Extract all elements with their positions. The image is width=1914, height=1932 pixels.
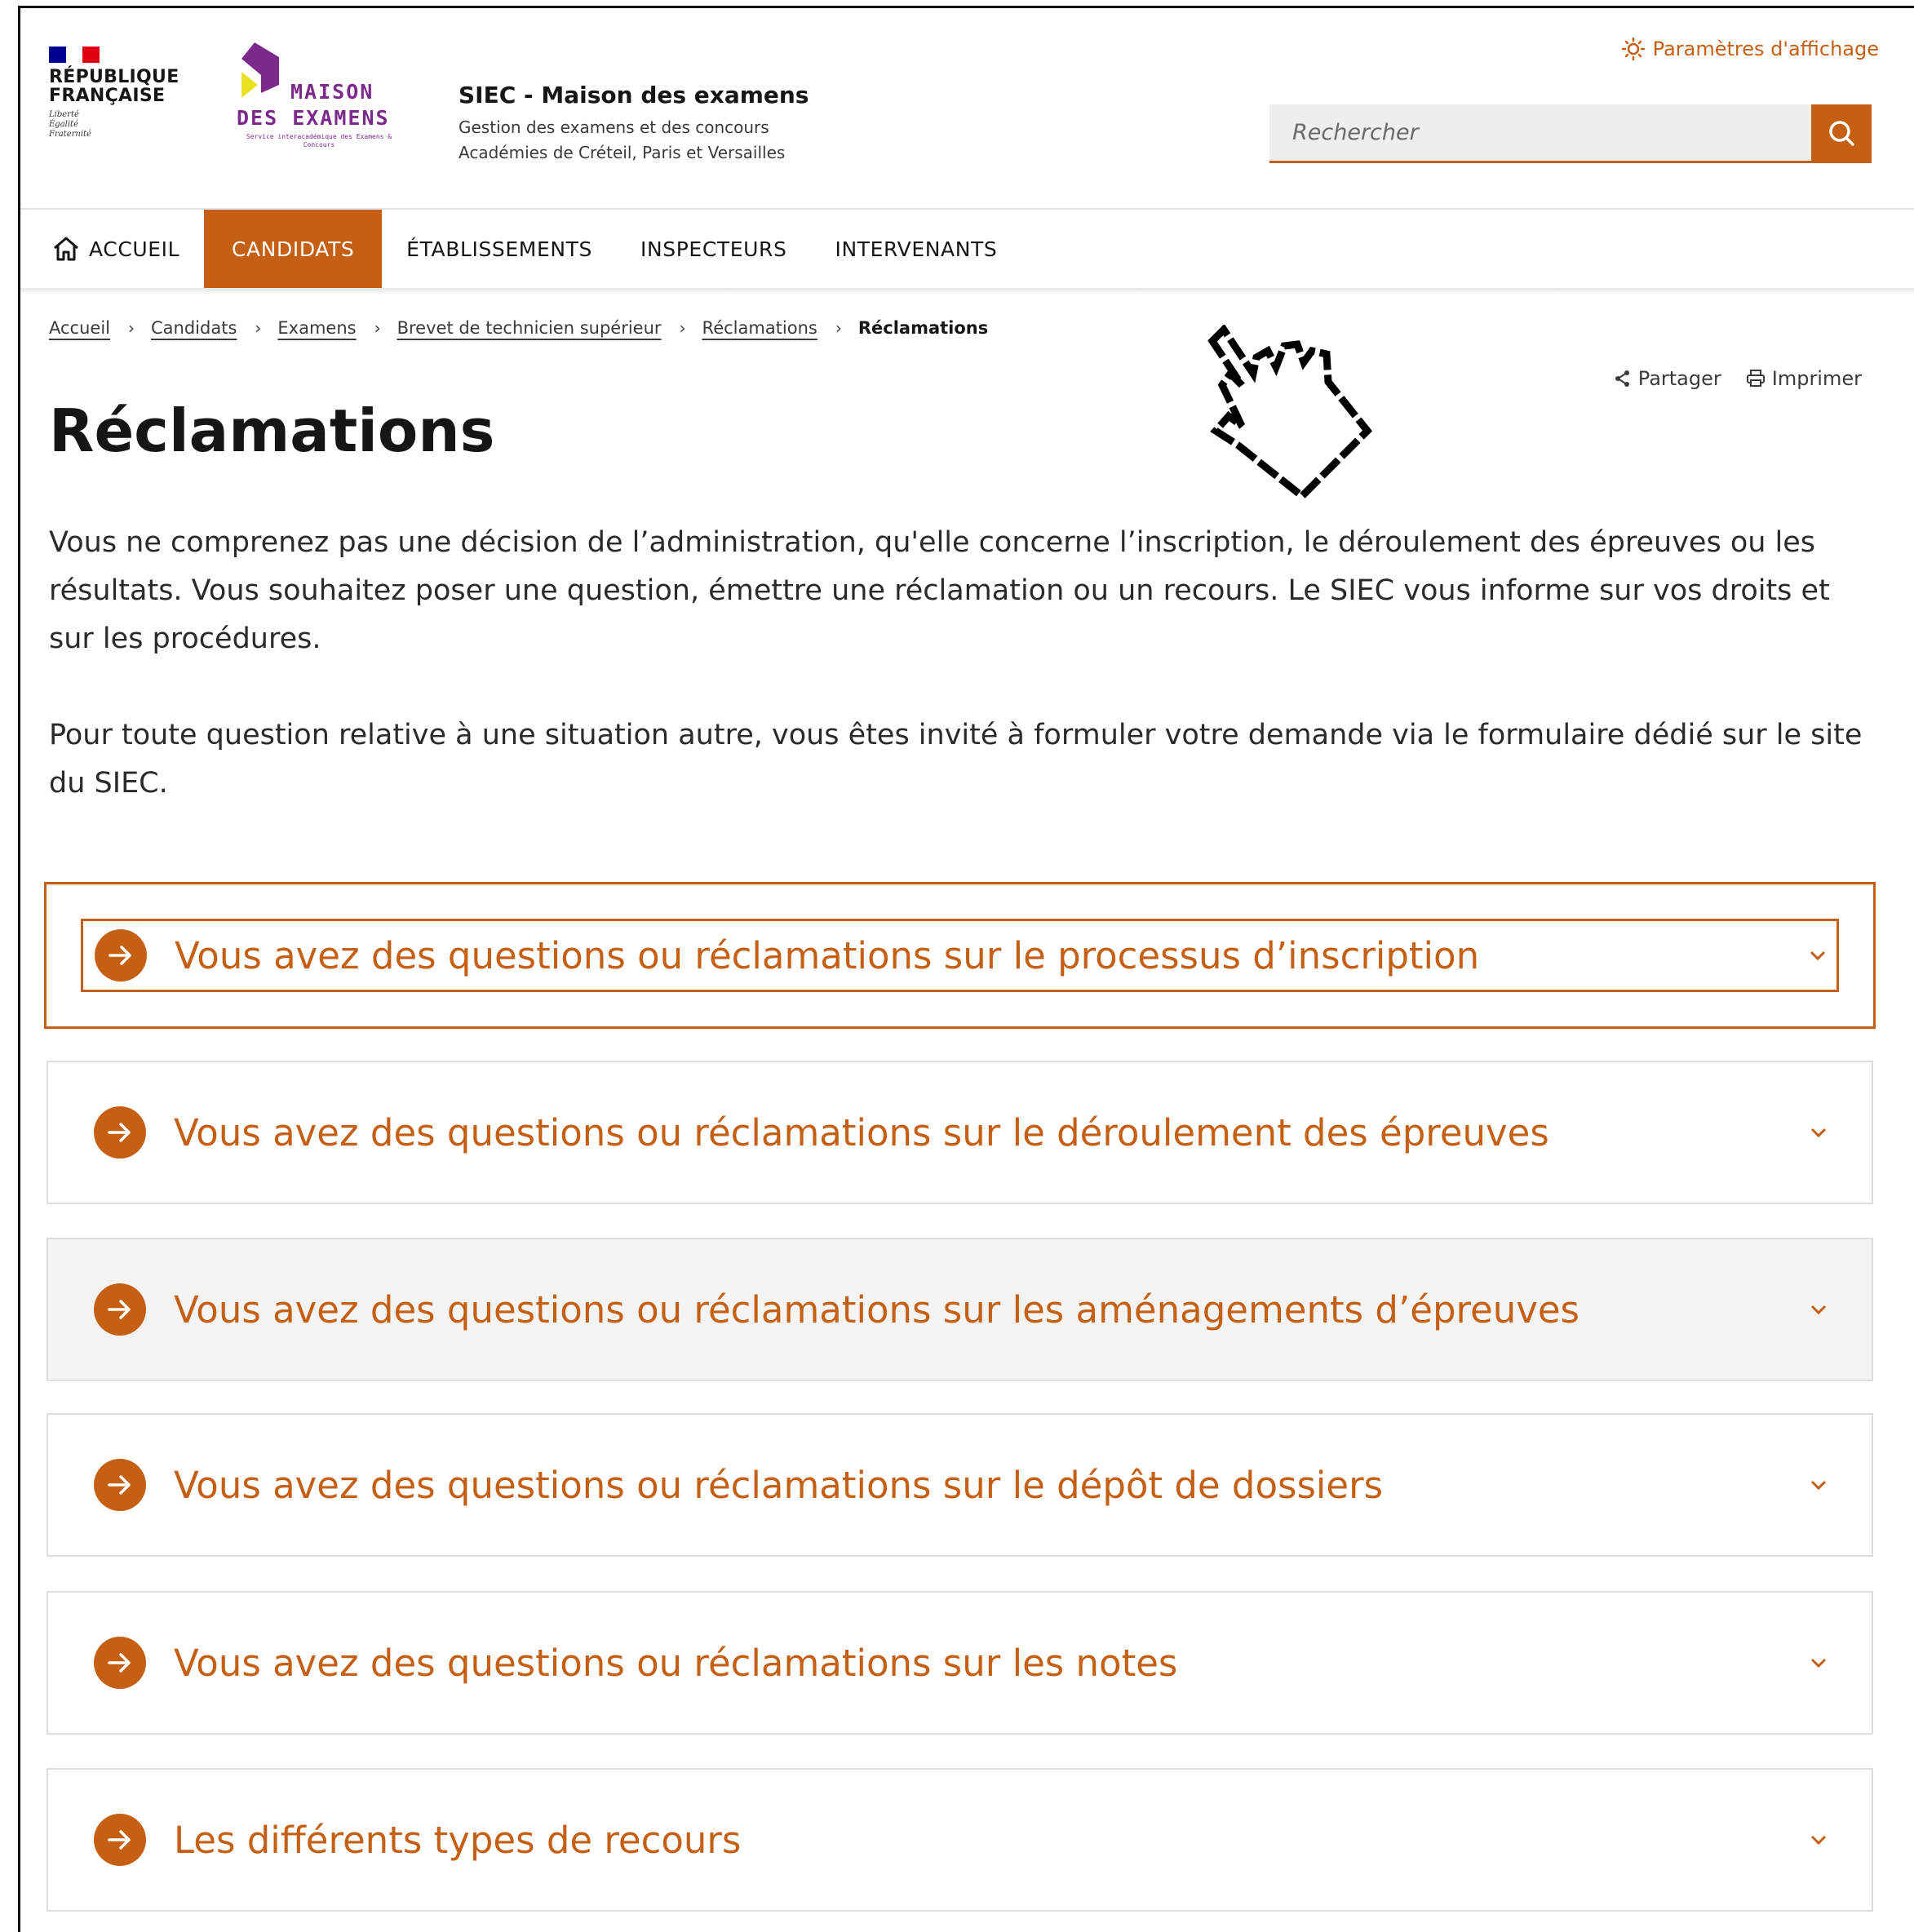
breadcrumb-reclamations[interactable]: Réclamations: [702, 318, 817, 338]
french-flag: [49, 47, 100, 63]
share-button[interactable]: Partager: [1614, 367, 1721, 390]
breadcrumb-chevron-icon: ›: [835, 318, 842, 338]
accordion-header[interactable]: Vous avez des questions ou réclamations …: [48, 1415, 1872, 1555]
print-icon: [1746, 370, 1765, 387]
arrow-right-icon: [94, 1814, 146, 1866]
accordion-label: Vous avez des questions ou réclamations …: [174, 1463, 1384, 1507]
breadcrumb-examens[interactable]: Examens: [277, 318, 356, 338]
print-button[interactable]: Imprimer: [1746, 367, 1862, 390]
accordion-label: Vous avez des questions ou réclamations …: [174, 1641, 1178, 1685]
breadcrumb-current: Réclamations: [857, 318, 989, 338]
accordion-label: Vous avez des questions ou réclamations …: [174, 1110, 1549, 1154]
share-icon: [1615, 370, 1629, 387]
devise: Liberté Égalité Fraternité: [49, 110, 179, 140]
accordion-label: Vous avez des questions ou réclamations …: [174, 1287, 1579, 1332]
house-logo-icon: [241, 42, 279, 98]
display-settings-button[interactable]: Paramètres d'affichage: [1621, 38, 1879, 60]
logo-line-1: MAISON: [290, 80, 374, 104]
accordion-header[interactable]: Vous avez des questions ou réclamations …: [48, 1593, 1872, 1733]
page-tools: Partager Imprimer: [1614, 367, 1862, 390]
arrow-right-icon: [94, 1283, 146, 1336]
breadcrumb-chevron-icon: ›: [679, 318, 686, 338]
accordion-deroulement[interactable]: Vous avez des questions ou réclamations …: [47, 1061, 1873, 1204]
print-label: Imprimer: [1771, 367, 1862, 390]
republique-line-1: RÉPUBLIQUE: [49, 67, 179, 87]
nav-label-accueil: ACCUEIL: [89, 237, 180, 261]
intro-paragraph-2: Pour toute question relative à une situa…: [49, 719, 1863, 800]
breadcrumb-chevron-icon: ›: [374, 318, 381, 338]
breadcrumb-accueil[interactable]: Accueil: [49, 318, 110, 338]
search-input[interactable]: [1269, 104, 1811, 163]
breadcrumb-chevron-icon: ›: [255, 318, 262, 338]
republique-line-2: FRANÇAISE: [49, 86, 166, 106]
arrow-right-icon: [94, 1637, 146, 1689]
intro-paragraph: Vous ne comprenez pas une décision de l’…: [49, 526, 1830, 655]
breadcrumb-candidats[interactable]: Candidats: [151, 318, 237, 338]
accordion-label: Vous avez des questions ou réclamations …: [175, 933, 1480, 977]
accordion-types-recours[interactable]: Les différents types de recours: [47, 1768, 1873, 1912]
main-navigation: ACCUEIL CANDIDATS ÉTABLISSEMENTS INSPECT…: [20, 210, 1914, 288]
accordion-depot-dossiers[interactable]: Vous avez des questions ou réclamations …: [47, 1413, 1873, 1557]
display-settings-label: Paramètres d'affichage: [1652, 38, 1879, 60]
accordion-label: Les différents types de recours: [174, 1818, 742, 1862]
chevron-down-icon: [1810, 1480, 1827, 1491]
chevron-down-icon: [1810, 1128, 1827, 1138]
sun-icon: [1621, 38, 1645, 60]
hand-cursor-icon: [1207, 325, 1373, 502]
devise-liberte: Liberté: [49, 110, 79, 119]
search-button[interactable]: [1811, 104, 1872, 163]
chevron-down-icon: [1810, 1658, 1827, 1668]
breadcrumb: Accueil › Candidats › Examens › Brevet d…: [49, 318, 988, 338]
nav-item-inspecteurs[interactable]: INSPECTEURS: [617, 210, 810, 288]
accordion-header[interactable]: Vous avez des questions ou réclamations …: [48, 1239, 1872, 1380]
accordion-notes[interactable]: Vous avez des questions ou réclamations …: [47, 1591, 1873, 1735]
devise-egalite: Égalité: [49, 120, 78, 129]
breadcrumb-bts[interactable]: Brevet de technicien supérieur: [397, 318, 662, 338]
site-subtitle: Gestion des examens et des concours Acad…: [459, 115, 785, 166]
accordion-header[interactable]: Vous avez des questions ou réclamations …: [48, 1062, 1872, 1203]
chevron-down-icon: [1810, 1835, 1827, 1846]
share-label: Partager: [1637, 367, 1721, 390]
accordion-header[interactable]: Vous avez des questions ou réclamations …: [81, 919, 1839, 992]
accordion-header[interactable]: Les différents types de recours: [48, 1770, 1872, 1910]
arrow-right-icon: [94, 1106, 146, 1159]
arrow-right-icon: [94, 1459, 146, 1511]
maison-des-examens-logo[interactable]: MAISON DES EXAMENS Service interacadémiq…: [237, 42, 400, 157]
logo-tagline: Service interacadémique des Examens & Co…: [246, 133, 392, 148]
republique-francaise-logo[interactable]: RÉPUBLIQUE FRANÇAISE Liberté Égalité Fra…: [49, 47, 179, 140]
site-title[interactable]: SIEC - Maison des examens: [459, 82, 809, 109]
page-title: Réclamations: [49, 397, 495, 465]
nav-item-accueil[interactable]: ACCUEIL: [20, 210, 204, 288]
devise-fraternite: Fraternité: [49, 130, 91, 139]
breadcrumb-chevron-icon: ›: [128, 318, 135, 338]
logo-line-2: DES EXAMENS: [237, 106, 390, 130]
search-bar: [1269, 104, 1872, 163]
nav-item-etablissements[interactable]: ÉTABLISSEMENTS: [382, 210, 617, 288]
chevron-down-icon: [1810, 1305, 1827, 1315]
site-subtitle-line-1: Gestion des examens et des concours: [459, 117, 769, 137]
accordion-amenagements[interactable]: Vous avez des questions ou réclamations …: [47, 1238, 1873, 1381]
nav-item-intervenants[interactable]: INTERVENANTS: [810, 210, 1021, 288]
chevron-down-icon: [1810, 950, 1826, 961]
search-icon: [1829, 121, 1854, 146]
accordion-inscription[interactable]: Vous avez des questions ou réclamations …: [44, 882, 1876, 1029]
nav-item-candidats[interactable]: CANDIDATS: [204, 210, 383, 288]
site-subtitle-line-2: Académies de Créteil, Paris et Versaille…: [459, 143, 786, 162]
nav-shadow: [20, 288, 1914, 295]
home-icon: [54, 237, 78, 261]
arrow-right-icon: [95, 929, 147, 982]
republique-text: RÉPUBLIQUE FRANÇAISE: [49, 68, 179, 105]
